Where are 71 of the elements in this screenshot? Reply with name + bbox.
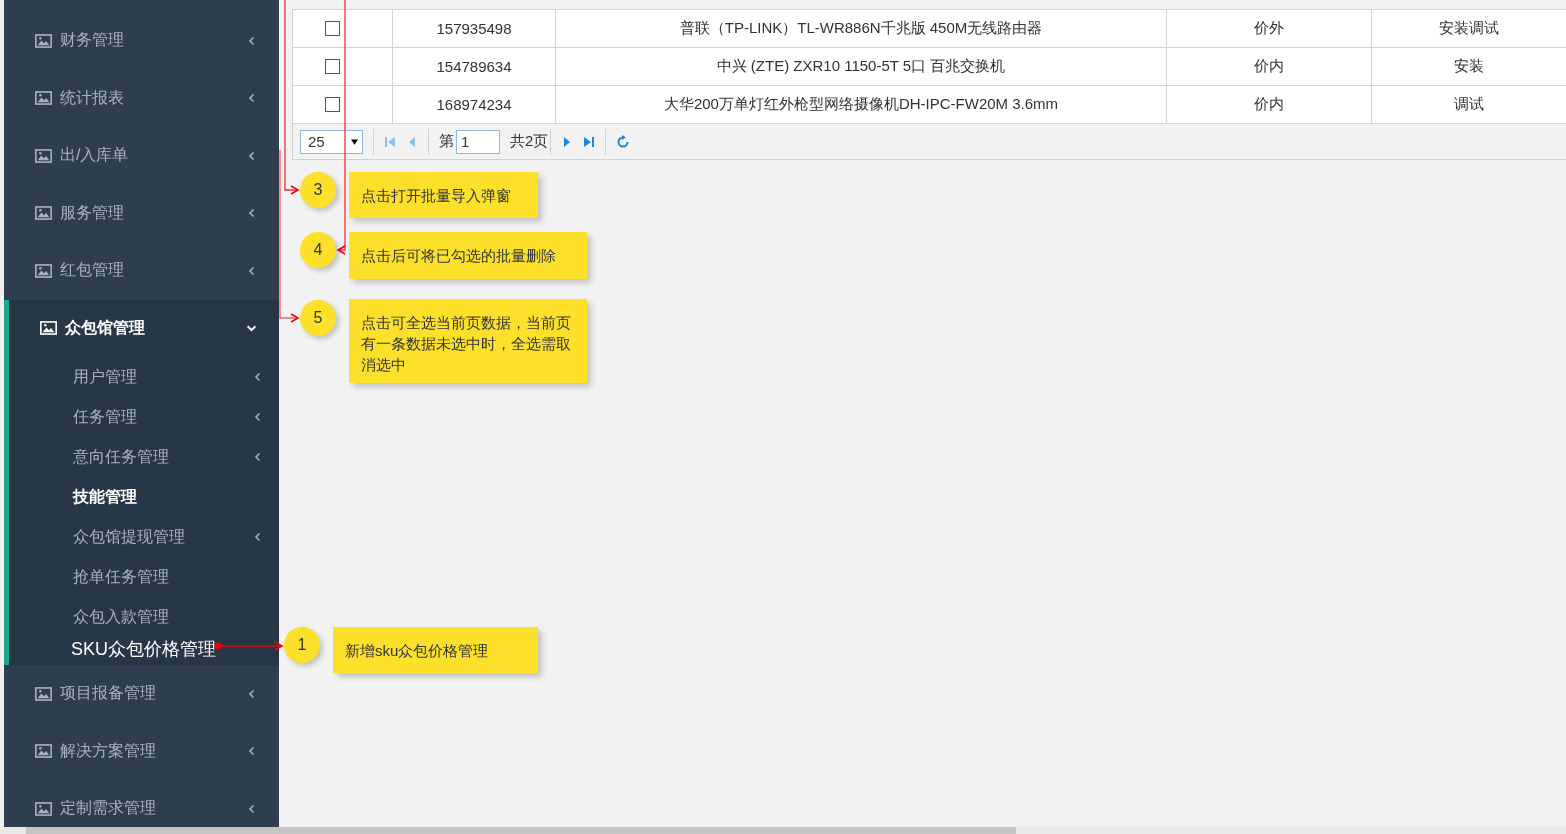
- chevron-left-icon: [247, 265, 257, 276]
- page-total-label: 共2页: [510, 132, 549, 151]
- sidebar-menu-item[interactable]: 统计报表: [4, 69, 279, 127]
- image-icon: [40, 321, 57, 336]
- table-cell: 安装: [1454, 57, 1484, 76]
- annotation-note: 点击后可将已勾选的批量删除: [349, 232, 587, 279]
- annotation-note: 新增sku众包价格管理: [333, 627, 538, 673]
- sidebar-submenu-item[interactable]: 技能管理: [73, 486, 137, 508]
- image-icon: [35, 744, 52, 759]
- step-number-badge: 3: [300, 172, 336, 208]
- image-icon: [35, 206, 52, 221]
- chevron-left-icon: [253, 372, 263, 382]
- table-cell: 154789634: [436, 58, 512, 75]
- chevron-left-icon: [253, 532, 263, 542]
- sidebar-menu-item[interactable]: 解决方案管理: [4, 722, 279, 780]
- sidebar-menu-item[interactable]: 出/入库单: [4, 127, 279, 185]
- image-icon: [35, 91, 52, 106]
- sidebar-submenu-item[interactable]: SKU众包价格管理: [71, 637, 216, 661]
- sidebar-submenu-item[interactable]: 众包馆提现管理: [73, 526, 185, 548]
- table-cell: 大华200万单灯红外枪型网络摄像机DH-IPC-FW20M 3.6mm: [663, 95, 1059, 114]
- sidebar-menu-item[interactable]: 财务管理: [4, 12, 279, 70]
- page-size-select[interactable]: 25: [300, 129, 363, 154]
- row-checkbox[interactable]: [325, 21, 340, 36]
- annotation-note: 点击可全选当前页数据，当前页有一条数据未选中时，全选需取消选中: [349, 299, 587, 383]
- chevron-left-icon: [247, 93, 257, 104]
- sidebar-menu-item[interactable]: 红包管理: [4, 242, 279, 300]
- chevron-left-icon: [253, 452, 263, 462]
- last-page-icon[interactable]: [583, 135, 596, 148]
- row-checkbox[interactable]: [325, 59, 340, 74]
- sidebar-menu-item[interactable]: 定制需求管理: [4, 780, 279, 834]
- row-checkbox[interactable]: [325, 97, 340, 112]
- chevron-left-icon: [247, 208, 257, 219]
- connector-arrow: [214, 641, 283, 651]
- table-cell: 价内: [1254, 57, 1284, 76]
- sidebar-menu-item[interactable]: 项目报备管理: [4, 665, 279, 723]
- sidebar-submenu-item[interactable]: 用户管理: [73, 366, 137, 388]
- chevron-left-icon: [247, 746, 257, 757]
- image-icon: [35, 801, 52, 816]
- sidebar-submenu-item[interactable]: 抢单任务管理: [73, 566, 169, 588]
- sidebar-menu-item[interactable]: 众包馆管理: [9, 299, 279, 357]
- image-icon: [35, 33, 52, 48]
- sidebar-submenu-item[interactable]: 意向任务管理: [73, 446, 169, 468]
- table-cell: 价内: [1254, 95, 1284, 114]
- table-cell: 安装调试: [1439, 19, 1499, 38]
- sidebar-menu-item[interactable]: 服务管理: [4, 184, 279, 242]
- step-number-badge: 5: [300, 300, 336, 336]
- step-number-badge: 4: [300, 232, 336, 268]
- chevron-left-icon: [247, 35, 257, 46]
- chevron-left-icon: [247, 688, 257, 699]
- table-cell: 调试: [1454, 95, 1484, 114]
- horizontal-scrollbar[interactable]: [26, 827, 1016, 834]
- chevron-left-icon: [247, 803, 257, 814]
- table-cell: 157935498: [436, 20, 512, 37]
- dropdown-arrow-icon: [351, 138, 358, 145]
- page-prefix-label: 第: [439, 132, 454, 151]
- first-page-icon[interactable]: [384, 135, 396, 148]
- step-number-badge: 1: [284, 627, 320, 663]
- annotation-note: 点击打开批量导入弹窗: [349, 172, 538, 218]
- table-cell: 价外: [1254, 19, 1284, 38]
- table-cell: 168974234: [436, 96, 512, 113]
- page-number-input[interactable]: 1: [456, 129, 500, 154]
- image-icon: [35, 148, 52, 163]
- image-icon: [35, 263, 52, 278]
- table-cell: 中兴 (ZTE) ZXR10 1150-5T 5口 百兆交换机: [716, 57, 1006, 76]
- table-cell: 普联（TP-LINK）TL-WR886N千兆版 450M无线路由器: [679, 19, 1043, 38]
- refresh-icon[interactable]: [616, 134, 631, 149]
- chevron-left-icon: [247, 150, 257, 161]
- sidebar-submenu-item[interactable]: 众包入款管理: [73, 606, 169, 628]
- chevron-left-icon: [253, 412, 263, 422]
- sidebar-submenu-item[interactable]: 任务管理: [73, 406, 137, 428]
- image-icon: [35, 686, 52, 701]
